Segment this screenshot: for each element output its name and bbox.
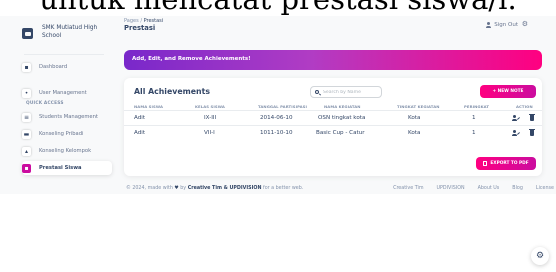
- sidebar-item-user-management[interactable]: • User Management: [22, 86, 112, 100]
- brand[interactable]: SMK Mutiatud High School: [22, 22, 114, 48]
- trash-icon[interactable]: [529, 128, 535, 136]
- brand-name: SMK Mutiatud High School: [42, 25, 98, 39]
- gear-icon[interactable]: ⚙: [522, 20, 528, 28]
- cell-kegiatan: Basic Cup - Catur: [316, 130, 365, 136]
- sidebar-item-label: Prestasi Siswa: [39, 165, 82, 171]
- search-input[interactable]: [323, 89, 379, 95]
- cell-peringkat: 1: [472, 130, 476, 136]
- footer: © 2024, made with ♥ by Creative Tim & UP…: [124, 184, 554, 194]
- copyright-suffix: for a better web.: [263, 186, 304, 191]
- cell-tanggal: 1011-10-10: [260, 130, 293, 136]
- sign-out-button[interactable]: Sign Out: [486, 22, 518, 28]
- gear-icon: ⚙: [535, 251, 545, 261]
- cell-tanggal: 2014-06-10: [260, 115, 293, 121]
- export-pdf-button[interactable]: EXPORT TO PDF: [476, 157, 536, 170]
- cell-tingkat: Kota: [408, 115, 421, 121]
- sidebar: SMK Mutiatud High School ▪ Dashboard • U…: [14, 16, 112, 188]
- sidebar-item-label: Konseling Kelompok: [39, 148, 92, 154]
- cell-nama-siswa: Adit: [134, 130, 146, 136]
- column-header: KELAS SISWA: [195, 104, 225, 109]
- search-icon: [315, 90, 319, 94]
- cell-kegiatan: OSN tingkat kota: [318, 115, 366, 121]
- cell-peringkat: 1: [472, 115, 476, 121]
- table-row: Adit IX-III 2014-06-10 OSN tingkat kota …: [124, 110, 542, 125]
- settings-fab[interactable]: ⚙: [531, 247, 549, 265]
- footer-link-updivision[interactable]: UPDIVISION: [437, 186, 465, 191]
- sidebar-item-label: Konseling Pribadi: [39, 131, 84, 137]
- sidebar-item-dashboard[interactable]: ▪ Dashboard: [22, 60, 112, 74]
- sidebar-item-label: Students Management: [39, 114, 98, 120]
- footer-link-about-us[interactable]: About Us: [478, 186, 500, 191]
- top-navbar: Pages / Prestasi Prestasi Sign Out ⚙: [122, 16, 552, 40]
- trash-icon[interactable]: [529, 113, 535, 121]
- column-header: TANGGAL PARTISIPASI: [258, 104, 308, 109]
- banner-text: Add, Edit, and Remove Achievements!: [132, 56, 251, 62]
- app-window: SMK Mutiatud High School ▪ Dashboard • U…: [0, 16, 556, 194]
- sidebar-item-students-management[interactable]: ≡ Students Management: [22, 110, 112, 124]
- achievements-table: NAMA SISWA KELAS SISWA TANGGAL PARTISIPA…: [124, 102, 542, 140]
- column-header: NAMA KEGIATAN: [324, 104, 361, 109]
- footer-links: Creative Tim UPDIVISION About Us Blog Li…: [380, 186, 554, 191]
- copyright-prefix: © 2024, made with: [126, 186, 173, 191]
- sidebar-section-heading: QUICK ACCESS: [26, 101, 64, 106]
- footer-link-creative-tim[interactable]: Creative Tim: [393, 186, 423, 191]
- card-title: All Achievements: [134, 87, 210, 96]
- sidebar-item-konseling-pribadi[interactable]: ▬ Konseling Pribadi: [22, 127, 112, 141]
- group-icon: ▴: [22, 146, 31, 156]
- heart-icon: ♥: [174, 186, 179, 191]
- sign-out-label: Sign Out: [494, 22, 518, 28]
- user-icon: [486, 22, 492, 28]
- sidebar-item-prestasi-siswa[interactable]: ▪ Prestasi Siswa: [22, 161, 112, 175]
- school-logo-icon: [22, 28, 33, 39]
- copyright-by: by: [180, 186, 187, 191]
- sidebar-item-label: Dashboard: [39, 64, 68, 70]
- footer-link-license[interactable]: License: [536, 186, 554, 191]
- column-header: NAMA SISWA: [134, 104, 163, 109]
- search-box[interactable]: [310, 86, 382, 98]
- user-icon: •: [22, 88, 31, 98]
- page-caption: untuk mencatat prestasi siswa/i.: [0, 0, 556, 16]
- column-header: ACTION: [516, 104, 533, 109]
- edit-user-icon[interactable]: [512, 115, 520, 121]
- cell-tingkat: Kota: [408, 130, 421, 136]
- shop-icon: ▪: [22, 62, 31, 72]
- achievements-card: All Achievements + NEW NOTE NAMA SISWA K…: [124, 78, 542, 176]
- cell-nama-siswa: Adit: [134, 115, 146, 121]
- copyright-authors[interactable]: Creative Tim & UPDIVISION: [188, 186, 262, 191]
- sidebar-item-label: User Management: [39, 90, 87, 96]
- cell-kelas-siswa: IX-III: [204, 115, 217, 121]
- cell-kelas-siswa: VII-I: [204, 130, 215, 136]
- export-pdf-label: EXPORT TO PDF: [490, 161, 529, 166]
- table-header: NAMA SISWA KELAS SISWA TANGGAL PARTISIPA…: [124, 102, 542, 110]
- copyright: © 2024, made with ♥ by Creative Tim & UP…: [126, 186, 303, 191]
- sidebar-divider: [24, 54, 104, 55]
- trophy-icon: ▪: [22, 163, 31, 173]
- list-icon: ≡: [22, 112, 31, 122]
- sidebar-item-konseling-kelompok[interactable]: ▴ Konseling Kelompok: [22, 144, 112, 158]
- document-icon: [483, 161, 488, 166]
- header-banner: Add, Edit, and Remove Achievements!: [124, 50, 542, 70]
- column-header: TINGKAT KEGIATAN: [397, 104, 440, 109]
- table-row: Adit VII-I 1011-10-10 Basic Cup - Catur …: [124, 125, 542, 140]
- page-title: Prestasi: [124, 24, 156, 32]
- card-icon: ▬: [22, 129, 31, 139]
- footer-link-blog[interactable]: Blog: [512, 186, 523, 191]
- new-note-button[interactable]: + NEW NOTE: [480, 85, 536, 98]
- edit-user-icon[interactable]: [512, 130, 520, 136]
- column-header: PERINGKAT: [464, 104, 490, 109]
